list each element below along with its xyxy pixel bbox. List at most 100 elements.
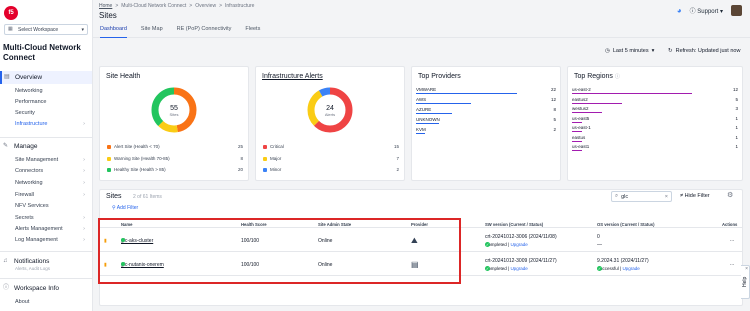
sw-upgrade-link[interactable]: Upgrade bbox=[510, 242, 527, 247]
sidebar-item-about[interactable]: About bbox=[15, 299, 91, 305]
info-icon[interactable]: ⓘ bbox=[615, 74, 620, 80]
ranked-list-item[interactable]: westus2 3 bbox=[572, 106, 738, 113]
ranked-list-value: 5 bbox=[735, 96, 738, 102]
sidebar-manage[interactable]: ✎ Manage bbox=[3, 143, 38, 150]
sidebar-item-secrets[interactable]: Secrets › bbox=[15, 215, 91, 221]
refresh-icon: ↻ bbox=[668, 48, 673, 54]
hide-filter-button[interactable]: ≠ Hide Filter bbox=[680, 193, 710, 199]
time-range-select[interactable]: ◷ Last 5 minutes ▾ bbox=[605, 48, 654, 54]
legend-value: 2 bbox=[396, 167, 399, 172]
ranked-list-item[interactable]: KVM 2 bbox=[416, 127, 556, 134]
chevron-down-icon: ▾ bbox=[81, 26, 84, 33]
check-icon: ✓ bbox=[485, 266, 490, 271]
collapse-icon: ≠ bbox=[680, 193, 684, 199]
legend-value: 15 bbox=[393, 144, 399, 149]
gear-icon[interactable]: ⚙ bbox=[727, 191, 733, 199]
tab-dashboard[interactable]: Dashboard bbox=[100, 26, 127, 38]
row-actions-button[interactable]: ... bbox=[730, 237, 734, 243]
sidebar-item-connectors[interactable]: Connectors › bbox=[15, 168, 91, 174]
sidebar-item-log-management[interactable]: Log Management › bbox=[15, 237, 91, 243]
sidebar: f5 ▦ Select Workspace ▾ Multi-Cloud Netw… bbox=[0, 0, 93, 311]
sidebar-item-nfv-services[interactable]: NFV Services bbox=[15, 203, 91, 209]
ranked-list-label: eastus2 bbox=[572, 96, 588, 102]
help-label: Help bbox=[742, 276, 748, 288]
sidebar-workspace-info[interactable]: ⓘ Workspace Info bbox=[3, 285, 59, 292]
avatar[interactable] bbox=[731, 5, 742, 16]
legend-swatch bbox=[263, 144, 267, 149]
sidebar-item-label: About bbox=[15, 299, 30, 305]
sidebar-item-label: Firewall bbox=[15, 192, 34, 198]
legend-row-alert[interactable]: Alert Site (Health < 70) 25 bbox=[107, 144, 243, 149]
ranked-list-item[interactable]: us-east5 1 bbox=[572, 115, 738, 123]
legend-row-healthy[interactable]: Healthy Site (Health > 85) 20 bbox=[107, 167, 243, 172]
breadcrumb-home[interactable]: Home bbox=[99, 3, 112, 9]
ranked-list-item[interactable]: VMWARE 22 bbox=[416, 87, 556, 94]
sidebar-item-performance[interactable]: Performance bbox=[15, 99, 91, 105]
col-os-version[interactable]: OS version (Current / Status) bbox=[597, 222, 654, 227]
ranked-list-label: us-east5 bbox=[572, 115, 590, 121]
ranked-list-bar bbox=[416, 113, 453, 114]
ranked-list-item[interactable]: eastus 1 bbox=[572, 134, 738, 142]
sidebar-item-label: Log Management bbox=[15, 237, 58, 243]
sidebar-item-alerts-management[interactable]: Alerts Management › bbox=[15, 226, 91, 232]
sw-upgrade-link[interactable]: Upgrade bbox=[510, 266, 527, 271]
sidebar-overview[interactable]: ▤ Overview bbox=[0, 71, 92, 84]
sidebar-item-networking[interactable]: Networking bbox=[15, 88, 91, 94]
ranked-list-value: 1 bbox=[735, 134, 738, 140]
site-health-card: Site Health 55 Sites Alert Site (Health … bbox=[99, 66, 249, 181]
ranked-list-item[interactable]: UNKNOWN 5 bbox=[416, 117, 556, 124]
sidebar-item-firewall[interactable]: Firewall › bbox=[15, 192, 91, 198]
legend-row-critical[interactable]: Critical 15 bbox=[263, 144, 399, 149]
sidebar-item-site-management[interactable]: Site Management › bbox=[15, 157, 91, 163]
close-icon[interactable]: × bbox=[745, 266, 748, 272]
support-menu[interactable]: ⓘ Support ▾ bbox=[690, 6, 723, 15]
col-sw-version[interactable]: SW version (Current / Status) bbox=[485, 222, 543, 227]
wrench-icon: ✎ bbox=[3, 143, 9, 149]
search-icon: ⌕ bbox=[615, 193, 619, 199]
tab-re-pop-connectivity[interactable]: RE (PoP) Connectivity bbox=[177, 26, 232, 37]
ranked-list-item[interactable]: us-east-2 12 bbox=[572, 87, 738, 94]
row-actions-button[interactable]: ... bbox=[730, 261, 734, 267]
legend-row-minor[interactable]: Minor 2 bbox=[263, 167, 399, 172]
infra-alerts-title[interactable]: Infrastructure Alerts bbox=[262, 73, 323, 80]
add-filter-button[interactable]: ⚲ Add Filter bbox=[112, 205, 138, 211]
sidebar-divider bbox=[0, 137, 93, 138]
sidebar-item-infrastructure[interactable]: Infrastructure › bbox=[15, 121, 91, 127]
ranked-list-item[interactable]: AZURE 8 bbox=[416, 107, 556, 114]
chevron-right-icon: › bbox=[83, 226, 85, 232]
refresh-button[interactable]: ↻ Refresh: Updated just now bbox=[668, 48, 740, 54]
clear-icon[interactable]: × bbox=[665, 194, 668, 200]
ranked-list-item[interactable]: us-east1 1 bbox=[572, 144, 738, 151]
ranked-list-item[interactable]: us-east-1 1 bbox=[572, 125, 738, 132]
chevron-right-icon: › bbox=[83, 168, 85, 174]
status-icon[interactable]: ◕ bbox=[677, 6, 682, 15]
legend-value: 8 bbox=[240, 156, 243, 161]
legend-row-major[interactable]: Major 7 bbox=[263, 156, 399, 161]
check-icon: ✓ bbox=[597, 266, 602, 271]
sidebar-item-security[interactable]: Security bbox=[15, 110, 91, 116]
sidebar-notifications[interactable]: ♫ Notifications bbox=[3, 258, 49, 265]
sidebar-overview-label: Overview bbox=[15, 74, 43, 81]
breadcrumb-app[interactable]: Multi-Cloud Network Connect bbox=[121, 3, 186, 9]
tab-site-map[interactable]: Site Map bbox=[141, 26, 163, 37]
legend-row-warning[interactable]: Warning Site (Health 70-85) 8 bbox=[107, 156, 243, 161]
ranked-list-item[interactable]: eastus2 5 bbox=[572, 96, 738, 104]
search-input[interactable]: ⌕ glc × bbox=[611, 191, 672, 202]
ranked-list-bar bbox=[416, 133, 426, 134]
ranked-list-item[interactable]: AWS 12 bbox=[416, 97, 556, 104]
top-providers-card: Top Providers VMWARE 22 AWS 12 AZURE 8 UNKNOWN… bbox=[411, 66, 561, 181]
breadcrumb-overview[interactable]: Overview bbox=[195, 3, 216, 9]
top-regions-title: Top Regions ⓘ bbox=[574, 73, 620, 80]
ranked-list-label: eastus bbox=[572, 134, 586, 140]
sw-version-cell: crt-20241012-3006 (2024/11/08) bbox=[485, 234, 557, 240]
top-providers-title: Top Providers bbox=[418, 73, 461, 80]
ranked-list-bar bbox=[572, 140, 582, 142]
sidebar-item-label: Performance bbox=[15, 99, 47, 105]
tab-fleets[interactable]: Fleets bbox=[245, 26, 260, 37]
hide-filter-label: Hide Filter bbox=[684, 193, 710, 199]
os-version-cell: 9.2024.31 (2024/11/27) bbox=[597, 258, 649, 264]
os-upgrade-link[interactable]: Upgrade bbox=[622, 266, 639, 271]
site-health-total-label: Sites bbox=[170, 112, 179, 117]
sidebar-item-networking-manage[interactable]: Networking › bbox=[15, 180, 91, 186]
workspace-select[interactable]: ▦ Select Workspace ▾ bbox=[4, 24, 88, 35]
